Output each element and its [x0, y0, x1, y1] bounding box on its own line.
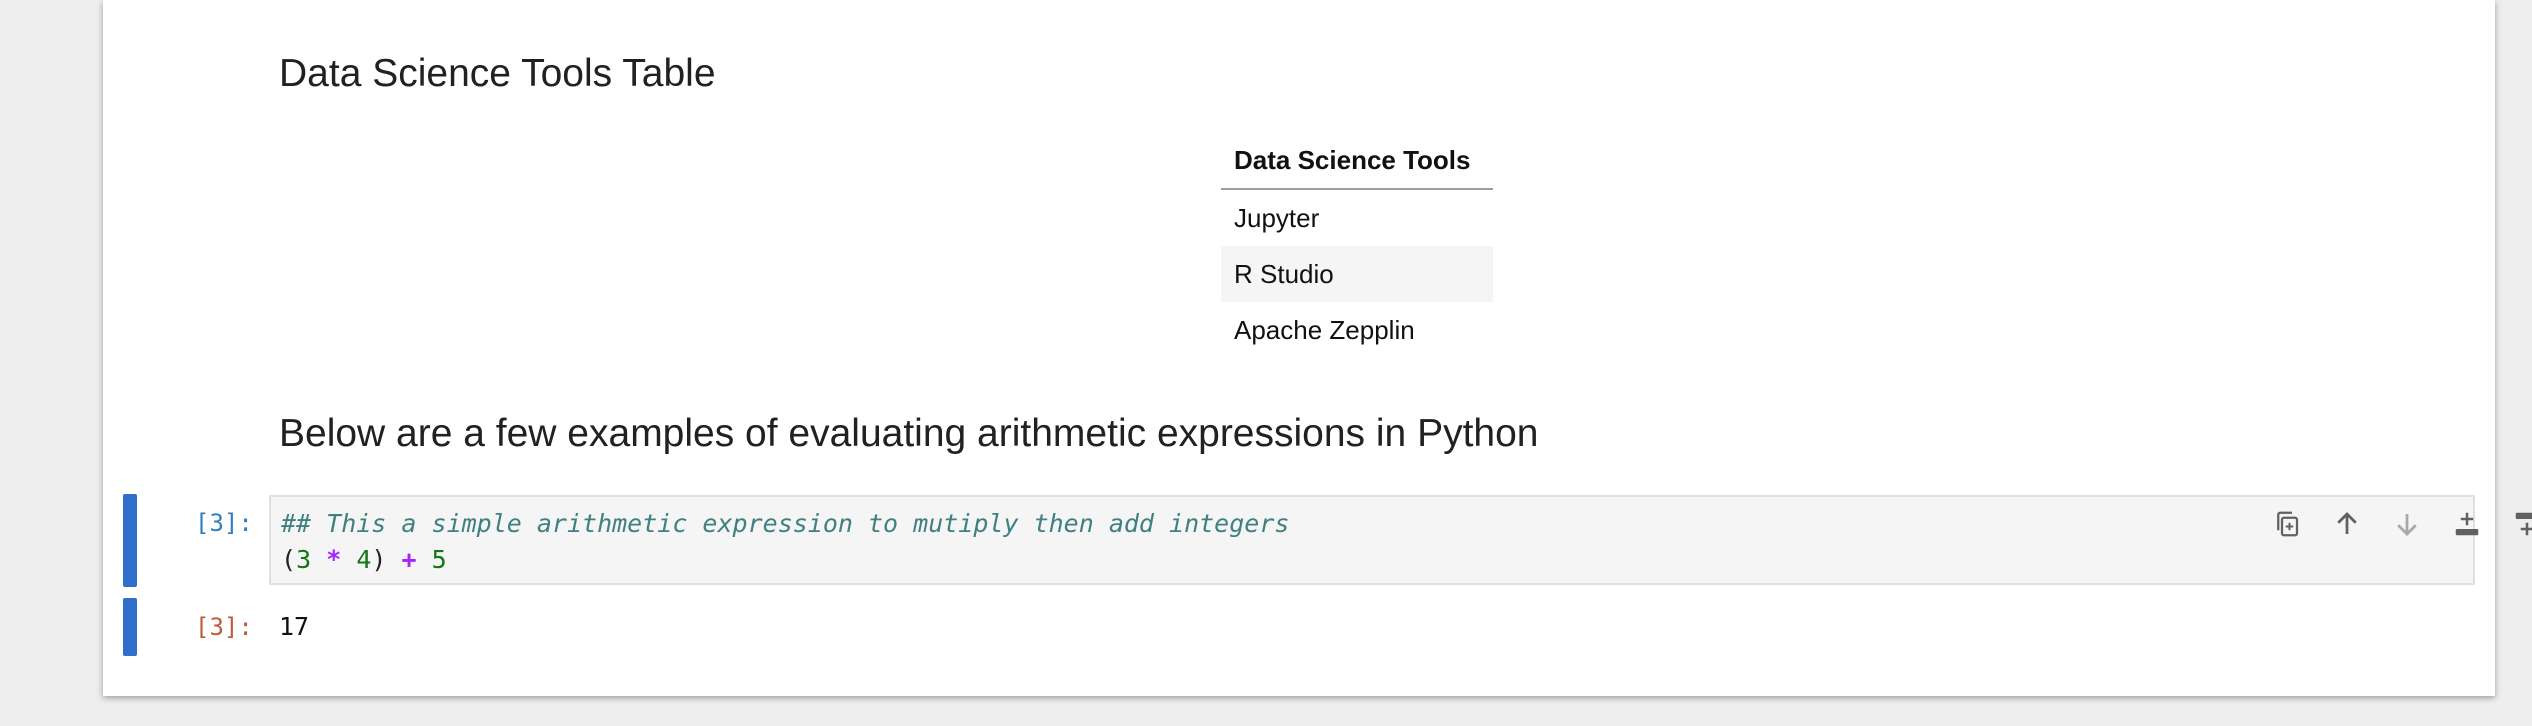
- table-header: Data Science Tools: [1221, 135, 1493, 190]
- move-down-button[interactable]: [2377, 507, 2437, 541]
- code-token: ): [371, 545, 387, 574]
- code-editor[interactable]: ## This a simple arithmetic expression t…: [269, 495, 2532, 585]
- markdown-heading-examples: Below are a few examples of evaluating a…: [279, 412, 1539, 455]
- cell-toolbar: [2257, 507, 2532, 541]
- output-value: 17: [279, 612, 310, 641]
- table-row: R Studio: [1221, 246, 1493, 302]
- insert-below-icon: [2515, 512, 2532, 536]
- input-prompt: [3]:: [195, 509, 253, 537]
- code-comment: ## This a simple arithmetic expression t…: [281, 509, 1290, 538]
- table-cell: Apache Zepplin: [1234, 314, 1415, 345]
- table-cell: Jupyter: [1234, 202, 1320, 233]
- code-expression: (3 * 4) + 5: [281, 545, 447, 574]
- code-operator: +: [401, 545, 417, 574]
- code-number: 3: [296, 545, 312, 574]
- insert-above-button[interactable]: [2437, 507, 2497, 541]
- code-number: 5: [431, 545, 447, 574]
- move-up-icon: [2337, 512, 2357, 534]
- output-prompt: [3]:: [195, 613, 253, 641]
- table-cell: R Studio: [1221, 246, 1493, 302]
- code-number: 4: [356, 545, 372, 574]
- duplicate-cell-button[interactable]: [2257, 507, 2317, 541]
- active-cell-indicator[interactable]: [123, 494, 137, 587]
- insert-below-button[interactable]: [2497, 507, 2532, 541]
- output-cell-indicator[interactable]: [123, 598, 137, 656]
- data-science-tools-table: Data Science Tools Jupyter R Studio Apac…: [1221, 135, 1493, 358]
- code-token: (: [281, 545, 297, 574]
- duplicate-icon: [2277, 511, 2299, 537]
- move-down-icon: [2397, 514, 2417, 536]
- table-row: Jupyter: [1221, 189, 1493, 246]
- move-up-button[interactable]: [2317, 507, 2377, 541]
- code-operator: *: [326, 545, 342, 574]
- notebook-panel: Data Science Tools Table Data Science To…: [103, 0, 2532, 696]
- insert-above-icon: [2455, 512, 2479, 536]
- table-row: Apache Zepplin: [1221, 302, 1493, 358]
- markdown-heading-tools: Data Science Tools Table: [279, 52, 716, 95]
